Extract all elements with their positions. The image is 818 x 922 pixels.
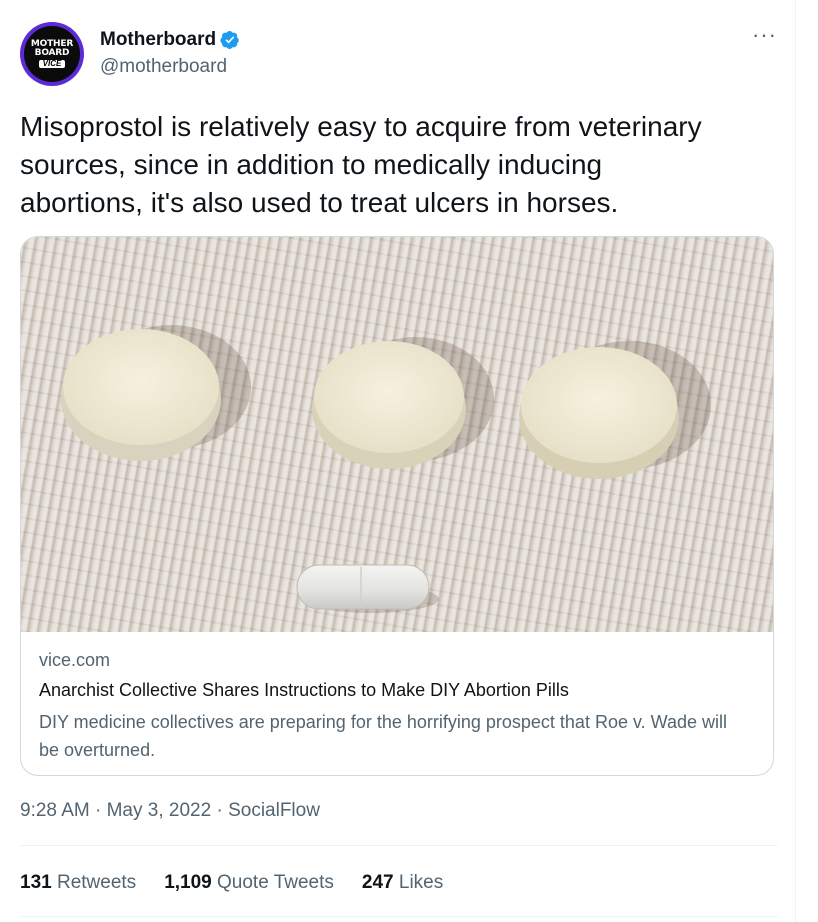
display-name[interactable]: Motherboard xyxy=(100,29,216,51)
pill-2 xyxy=(314,341,464,453)
capsule xyxy=(296,564,430,610)
tweet-text: Misoprostol is relatively easy to acquir… xyxy=(20,111,702,218)
card-image[interactable] xyxy=(21,237,773,632)
pills-illustration xyxy=(61,325,711,613)
divider xyxy=(20,845,778,846)
retweets-count: 131 xyxy=(20,872,52,893)
likes-count: 247 xyxy=(361,872,394,893)
avatar[interactable]: MOTHER BOARD VICE xyxy=(20,22,84,86)
quote-tweets-count: 1,109 xyxy=(164,872,212,893)
card-title: Anarchist Collective Shares Instructions… xyxy=(39,680,569,700)
column-border xyxy=(795,0,796,922)
tweet-source[interactable]: SocialFlow xyxy=(228,800,320,821)
motherboard-logo: MOTHER BOARD VICE xyxy=(24,26,80,82)
quote-tweets-stat[interactable]: 1,109 Quote Tweets xyxy=(164,872,334,894)
retweets-stat[interactable]: 131 Retweets xyxy=(20,872,136,894)
meta-separator: · xyxy=(211,800,229,821)
logo-text-board: BOARD xyxy=(34,48,70,58)
pill-3 xyxy=(521,347,677,463)
card-domain: vice.com xyxy=(39,650,111,670)
link-card[interactable]: vice.com Anarchist Collective Shares Ins… xyxy=(20,236,774,776)
tweet-meta: 9:28 AM · May 3, 2022 · SocialFlow xyxy=(20,800,320,822)
retweets-label: Retweets xyxy=(56,872,137,893)
author-name-row[interactable]: Motherboard xyxy=(100,29,240,51)
likes-stat[interactable]: 247 Likes xyxy=(362,872,443,894)
divider xyxy=(20,916,778,917)
quote-tweets-label: Quote Tweets xyxy=(217,872,334,893)
likes-label: Likes xyxy=(398,872,444,893)
tweet-date[interactable]: May 3, 2022 xyxy=(107,800,212,821)
card-description: DIY medicine collectives are preparing f… xyxy=(39,712,727,760)
pill-1 xyxy=(63,329,219,445)
tweet-stats: 131 Retweets 1,109 Quote Tweets 247 Like… xyxy=(20,872,443,894)
meta-separator: · xyxy=(89,800,107,821)
more-options-icon[interactable]: ··· xyxy=(752,22,777,48)
tweet-time[interactable]: 9:28 AM xyxy=(20,800,90,821)
author-handle[interactable]: @motherboard xyxy=(100,56,227,78)
verified-badge-icon xyxy=(220,31,239,49)
logo-text-vice: VICE xyxy=(38,60,66,68)
